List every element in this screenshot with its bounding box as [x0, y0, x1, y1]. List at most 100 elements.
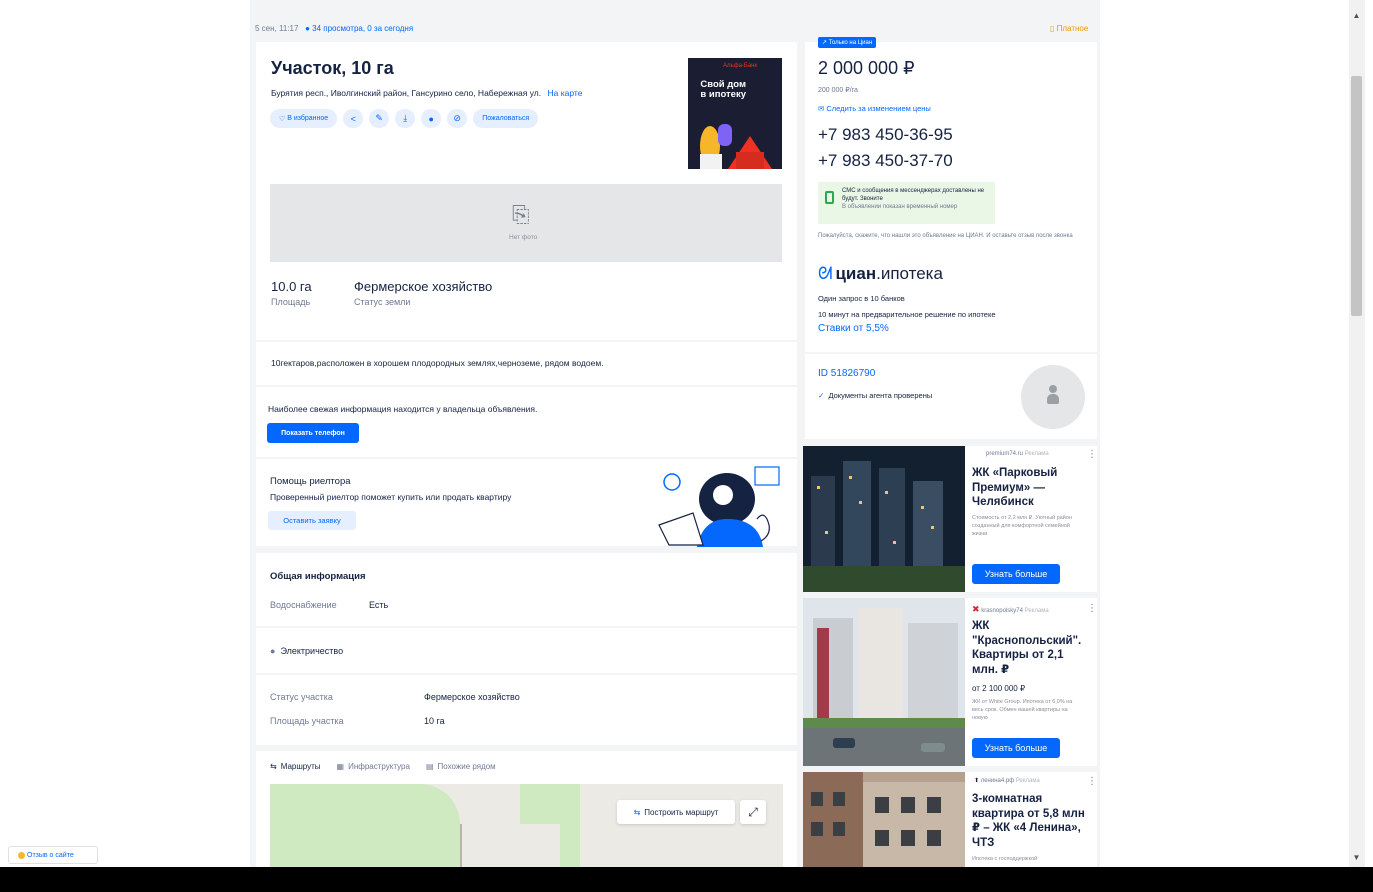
no-photo-icon: ⎘	[512, 202, 530, 227]
sms-notice: СМС и сообщения в мессенджерах доставлен…	[818, 182, 995, 224]
complain-button[interactable]: Пожаловаться	[473, 109, 539, 128]
tab-infrastructure[interactable]: ▦ Инфраструктура	[337, 762, 410, 771]
eye-icon: ●	[428, 113, 434, 124]
listing-actions: ♡ В избранное < ✎ ⤓ ● ⊘ Пожаловаться	[270, 109, 539, 128]
electricity-label: Электричество	[280, 646, 344, 656]
cian-only-label: Только на Циан	[828, 40, 873, 46]
bus-icon: ▦	[336, 762, 345, 771]
address: Бурятия респ., Иволгинский район, Гансур…	[271, 88, 582, 98]
slash-icon: ⊘	[453, 113, 461, 123]
leave-request-button[interactable]: Оставить заявку	[268, 511, 356, 530]
phone-1[interactable]: +7 983 450-36-95	[818, 125, 953, 145]
cian-person-icon: ᘛ	[818, 264, 833, 283]
hide-button[interactable]: ●	[421, 109, 442, 128]
ad-2-button[interactable]: Узнать больше	[972, 738, 1060, 758]
ad-1-menu-icon[interactable]: ⋮	[1087, 449, 1097, 460]
follow-price-link[interactable]: ✉ Следить за изменением цены	[818, 104, 931, 113]
ad-1-button[interactable]: Узнать больше	[972, 564, 1060, 584]
browser-viewport: 5 сен, 11:17 ● 34 просмотра, 0 за сегодн…	[0, 0, 1365, 867]
views-count[interactable]: ● 34 просмотра, 0 за сегодня	[301, 24, 413, 33]
pen-icon: ✎	[375, 113, 383, 123]
ad-2-title[interactable]: ЖК "Краснопольский". Квартиры от 2,1 млн…	[972, 619, 1090, 677]
ad-1-title[interactable]: ЖК «Парковый Премиум» — Челябинск	[972, 466, 1090, 510]
water-label: Водоснабжение	[270, 600, 337, 610]
ad-1-source-label: premium74.ru	[986, 451, 1024, 457]
docs-checked-label: Документы агента проверены	[828, 391, 933, 400]
mortgage-line-1: Один запрос в 10 банков	[818, 294, 905, 303]
map[interactable]	[270, 784, 783, 867]
ad-3-title[interactable]: 3-комнатная квартира от 5,8 млн ₽ – ЖК «…	[972, 792, 1090, 850]
bank-ad-banner[interactable]: Альфа-Банк Свой дом в ипотеку	[688, 58, 782, 169]
paid-label: Платное	[1056, 24, 1089, 33]
realtor-help-text: Проверенный риелтор поможет купить или п…	[270, 492, 512, 502]
house-illustration	[700, 124, 772, 169]
ad-2-source[interactable]: ✖ krasnopolsky74 Реклама	[972, 604, 1049, 615]
share-button[interactable]: <	[343, 109, 364, 128]
ad-3-image[interactable]	[803, 772, 965, 867]
paid-link[interactable]: ▯ Платное	[1050, 24, 1088, 33]
ad-3-source-label: ленина4.рф	[980, 778, 1015, 784]
ad-1-sub: Стоимость от 2,2 млн ₽. Уютный район соз…	[972, 515, 1072, 537]
route-icon: ⇆	[270, 762, 277, 771]
expand-map-button[interactable]: ⤢	[740, 800, 766, 824]
map-road	[460, 824, 462, 867]
plot-info-card	[256, 675, 797, 745]
listing-id[interactable]: ID 51826790	[818, 368, 875, 379]
plot-status-label: Статус участка	[270, 692, 333, 702]
scroll-up-icon[interactable]: ▲	[1351, 10, 1362, 22]
scrollbar-thumb[interactable]	[1351, 76, 1362, 316]
feedback-button[interactable]: Отзыв о сайте	[8, 846, 98, 864]
plot-area-label: Площадь участка	[270, 716, 344, 726]
ad-1-image[interactable]	[803, 446, 965, 592]
download-icon: ⤓	[403, 113, 408, 123]
phone-2[interactable]: +7 983 450-37-70	[818, 151, 953, 171]
general-info-title: Общая информация	[270, 571, 366, 582]
map-tabs: ⇆ Маршруты ▦ Инфраструктура ▤ Похожие рядом	[270, 762, 496, 771]
on-map-link[interactable]: На карте	[548, 88, 583, 98]
photo-placeholder: ⎘ Нет фото	[270, 184, 782, 262]
edit-button[interactable]: ✎	[369, 109, 390, 128]
plot-status-value: Фермерское хозяйство	[424, 692, 520, 702]
scroll-down-icon[interactable]: ▼	[1351, 852, 1362, 864]
price: 2 000 000 ₽	[818, 58, 915, 78]
show-phone-button[interactable]: Показать телефон	[267, 423, 359, 443]
ad-2-image[interactable]	[803, 598, 965, 766]
ad-3-menu-icon[interactable]: ⋮	[1087, 776, 1097, 787]
ad-1-tag: Реклама	[1024, 451, 1049, 457]
contact-card	[256, 387, 797, 457]
realtor-illustration	[658, 466, 780, 547]
tab-routes[interactable]: ⇆ Маршруты	[270, 762, 321, 771]
mortgage-line-2: 10 минут на предварительное решение по и…	[818, 310, 996, 319]
phone-icon	[825, 191, 834, 204]
water-value: Есть	[369, 600, 389, 610]
tab-similar[interactable]: ▤ Похожие рядом	[426, 762, 496, 771]
general-info-card	[256, 553, 797, 626]
route-icon: ⇆	[633, 807, 641, 817]
cian-mortgage-logo[interactable]: ᘛ циан .ипотека	[818, 264, 943, 284]
docs-checked: ✓ Документы агента проверены	[818, 391, 932, 400]
block-button[interactable]: ⊘	[447, 109, 468, 128]
favorite-button[interactable]: ♡ В избранное	[270, 109, 338, 128]
map-green-area	[270, 784, 460, 867]
share-icon: <	[350, 113, 356, 124]
ad-3-sub: Ипотека с господдержкой	[972, 856, 1038, 862]
ad-2-menu-icon[interactable]: ⋮	[1087, 603, 1097, 614]
sms-note-text: СМС и сообщения в мессенджерах доставлен…	[842, 188, 985, 202]
ad-3-source[interactable]: ⬆ ленина4.рф Реклама	[974, 777, 1040, 784]
avatar[interactable]	[1021, 365, 1085, 429]
cian-brand: циан	[835, 264, 877, 283]
tab-infrastructure-label: Инфраструктура	[348, 762, 410, 771]
price-per-area: 200 000 ₽/га	[818, 87, 858, 94]
ad-2-tag: Реклама	[1024, 608, 1049, 614]
electricity-row: ● Электричество	[270, 646, 343, 656]
remind-text: Пожалуйста, скажите, что нашли это объяв…	[818, 233, 1073, 239]
rates-link[interactable]: Ставки от 5,5%	[818, 323, 889, 334]
ad-2-sub: ЖК от White Group. Ипотека от 6,0% на ве…	[972, 699, 1073, 721]
download-button[interactable]: ⤓	[395, 109, 416, 128]
description-text: 10гектаров,расположен в хорошем плодород…	[271, 358, 604, 368]
ad-1-source[interactable]: premium74.ru Реклама	[986, 451, 1049, 457]
address-text: Бурятия респ., Иволгинский район, Гансур…	[271, 88, 542, 98]
mail-icon: ✉	[818, 104, 825, 113]
build-route-button[interactable]: ⇆ Построить маршрут	[617, 800, 735, 824]
cian-only-badge: ↗ Только на Циан	[818, 37, 877, 48]
